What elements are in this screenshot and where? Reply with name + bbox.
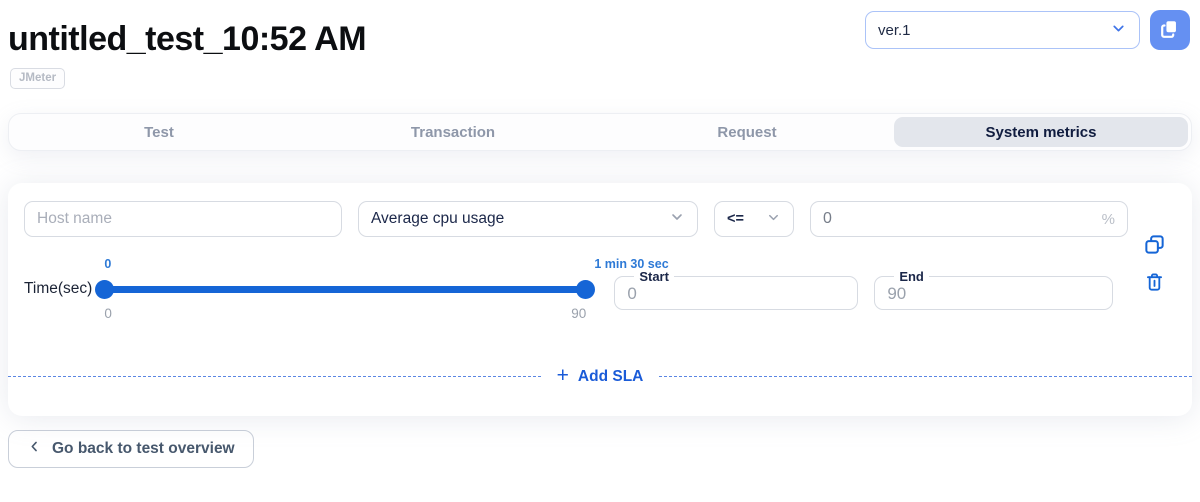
slider-track[interactable] xyxy=(104,286,587,293)
metric-select-value: Average cpu usage xyxy=(371,210,505,227)
dashed-divider xyxy=(8,376,541,377)
tab-transaction[interactable]: Transaction xyxy=(306,117,600,147)
sla-card: Average cpu usage <= % xyxy=(8,183,1193,416)
page: untitled_test_10:52 AM JMeter ver.1 Test… xyxy=(0,0,1200,468)
threshold-input[interactable] xyxy=(823,210,1102,228)
start-field: Start xyxy=(614,268,859,310)
tab-request[interactable]: Request xyxy=(600,117,894,147)
threshold-field: % xyxy=(810,201,1128,237)
plus-icon: + xyxy=(556,364,569,387)
trash-icon xyxy=(1144,273,1165,296)
go-back-button[interactable]: Go back to test overview xyxy=(8,430,254,468)
slider-min-tick-label: 0 xyxy=(104,306,112,321)
copy-version-button[interactable] xyxy=(1150,10,1190,50)
end-field-label: End xyxy=(899,268,924,284)
slider-min-value-label: 0 xyxy=(104,257,112,271)
version-select-value: ver.1 xyxy=(878,21,911,39)
add-sla-row: + Add SLA xyxy=(8,364,1193,387)
jmeter-badge: JMeter xyxy=(10,68,66,89)
slider-handle-start[interactable] xyxy=(95,280,115,299)
version-select[interactable]: ver.1 xyxy=(865,11,1140,49)
tab-system-metrics[interactable]: System metrics xyxy=(894,117,1188,147)
slider-max-tick-label: 90 xyxy=(571,306,587,321)
sla-form-row: Average cpu usage <= % xyxy=(8,201,1192,237)
time-slider-row: Time(sec) 0 1 min 30 sec 0 90 Start End xyxy=(8,257,1192,321)
go-back-label: Go back to test overview xyxy=(52,440,235,457)
end-input[interactable] xyxy=(887,283,1103,304)
slider-handle-end[interactable] xyxy=(576,280,596,299)
add-sla-button[interactable]: + Add SLA xyxy=(556,364,644,387)
host-name-field xyxy=(24,201,342,237)
tabbar: Test Transaction Request System metrics xyxy=(8,113,1192,151)
add-sla-label: Add SLA xyxy=(577,367,644,385)
delete-sla-button[interactable] xyxy=(1143,271,1166,293)
chevron-down-icon xyxy=(1110,20,1127,41)
metric-select[interactable]: Average cpu usage xyxy=(358,201,698,237)
percent-unit-label: % xyxy=(1101,210,1115,228)
start-input[interactable] xyxy=(627,283,848,304)
operator-select[interactable]: <= xyxy=(714,201,794,237)
dashed-divider xyxy=(659,376,1193,377)
sla-row-actions xyxy=(1143,233,1166,293)
chevron-down-icon xyxy=(766,210,781,229)
header: untitled_test_10:52 AM JMeter ver.1 xyxy=(8,0,1192,89)
host-name-input[interactable] xyxy=(37,210,329,228)
duplicate-sla-button[interactable] xyxy=(1143,233,1166,256)
time-range-slider: 0 1 min 30 sec 0 90 xyxy=(95,257,669,321)
tab-test[interactable]: Test xyxy=(12,117,306,147)
time-slider-label: Time(sec) xyxy=(24,280,93,297)
header-actions: ver.1 xyxy=(865,10,1190,50)
operator-select-value: <= xyxy=(727,211,744,227)
chevron-down-icon xyxy=(669,209,685,230)
duplicate-icon xyxy=(1143,235,1166,259)
slider-max-value-label: 1 min 30 sec xyxy=(594,257,669,271)
chevron-left-icon xyxy=(27,439,42,459)
end-field: End xyxy=(874,268,1114,310)
copy-icon xyxy=(1159,18,1181,43)
